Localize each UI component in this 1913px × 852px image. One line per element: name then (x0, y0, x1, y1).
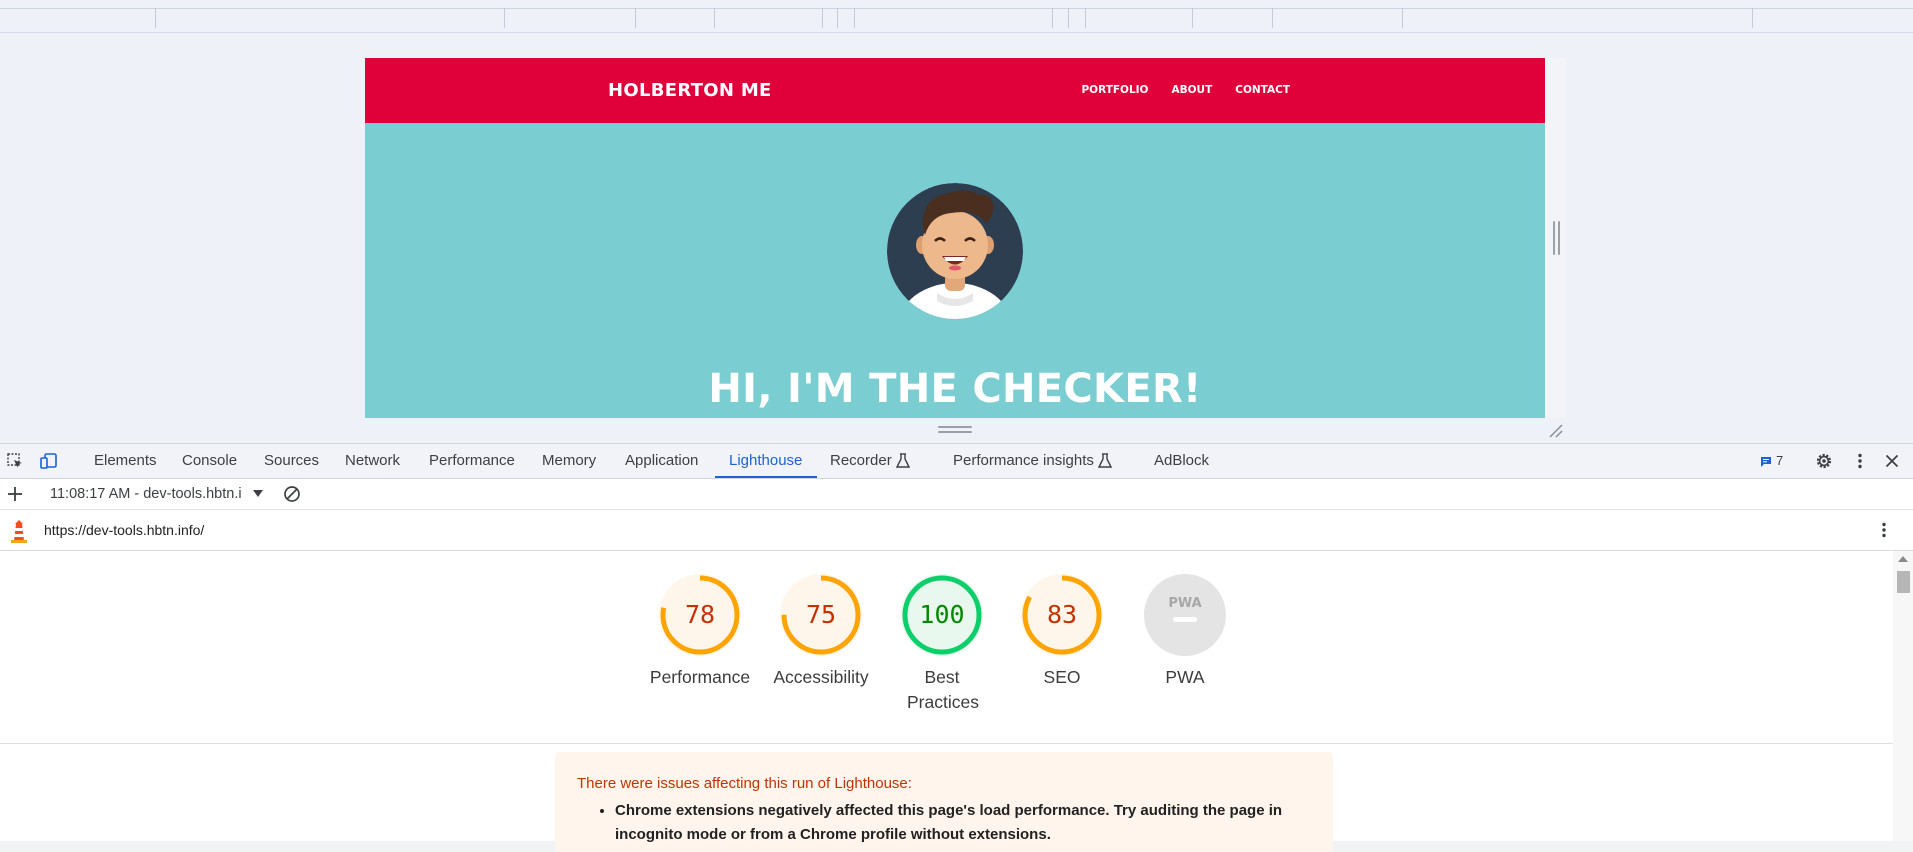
tab-memory[interactable]: Memory (542, 444, 596, 478)
ruler-tick[interactable] (1272, 8, 1273, 28)
tab-lighthouse[interactable]: Lighthouse (714, 444, 818, 478)
issues-message-icon[interactable] (1760, 456, 1772, 468)
report-menu-icon[interactable] (1875, 521, 1893, 539)
device-viewport-area: HOLBERTON ME PORTFOLIO ABOUT CONTACT HI,… (0, 33, 1913, 441)
warning-box: There were issues affecting this run of … (555, 752, 1333, 852)
score-gauge-performance[interactable]: 78 Performance (638, 573, 762, 690)
gauge-label: SEO (1043, 667, 1081, 687)
gauge-ring: 78 (659, 574, 741, 656)
experiment-flask-icon (896, 453, 910, 468)
tab-application[interactable]: Application (625, 444, 698, 478)
experiment-flask-icon (1098, 453, 1112, 468)
gauge-ring: 75 (780, 574, 862, 656)
score-gauge-accessibility[interactable]: 75 Accessibility (759, 573, 883, 690)
inspect-element-icon[interactable] (6, 452, 24, 470)
scrollbar-thumb[interactable] (1897, 571, 1910, 593)
corner-resize-icon[interactable] (1548, 423, 1564, 439)
pwa-badge-icon: PWA (1144, 574, 1226, 656)
lighthouse-toolbar: 11:08:17 AM - dev-tools.hbtn.i (0, 479, 1913, 510)
media-query-ruler (0, 0, 1913, 33)
ruler-tick[interactable] (635, 8, 636, 28)
tab-performance[interactable]: Performance (429, 444, 515, 478)
gauge-label: PWA (1165, 667, 1205, 687)
ruler-tick[interactable] (714, 8, 715, 28)
ruler-tick[interactable] (1085, 8, 1086, 28)
report-url-bar: https://dev-tools.hbtn.info/ (0, 510, 1913, 551)
ruler-tick[interactable] (1752, 8, 1753, 28)
height-resize-handle[interactable] (938, 426, 972, 434)
site-logo[interactable]: HOLBERTON ME (608, 80, 772, 101)
gauge-label: Performance (649, 667, 751, 687)
gauge-score: 75 (806, 600, 836, 629)
site-header: HOLBERTON ME PORTFOLIO ABOUT CONTACT (365, 58, 1545, 123)
warning-title: There were issues affecting this run of … (577, 775, 912, 792)
nav-link-contact[interactable]: CONTACT (1235, 84, 1290, 96)
ruler-tick[interactable] (837, 8, 838, 28)
gauge-score: 78 (685, 600, 715, 629)
report-select[interactable]: 11:08:17 AM - dev-tools.hbtn.i (50, 479, 263, 509)
gauge-label: Best Practices (907, 667, 979, 712)
nav-link-about[interactable]: ABOUT (1171, 84, 1212, 96)
report-select-value: 11:08:17 AM - dev-tools.hbtn.i (50, 486, 242, 502)
scroll-up-arrow-icon[interactable] (1898, 556, 1908, 562)
ruler-tick[interactable] (1068, 8, 1069, 28)
pwa-badge-text: PWA (1168, 596, 1201, 611)
tab-sources[interactable]: Sources (264, 444, 319, 478)
close-icon[interactable] (1883, 452, 1901, 470)
settings-gear-icon[interactable] (1815, 452, 1833, 470)
tab-elements[interactable]: Elements (94, 444, 157, 478)
gauge-score: 100 (919, 600, 964, 629)
tab-console[interactable]: Console (182, 444, 237, 478)
ruler-tick[interactable] (1052, 8, 1053, 28)
ruler-line (0, 8, 1913, 9)
nav-link-portfolio[interactable]: PORTFOLIO (1081, 84, 1148, 96)
gauge-ring: 83 (1021, 574, 1103, 656)
emulated-page: HOLBERTON ME PORTFOLIO ABOUT CONTACT HI,… (365, 58, 1545, 418)
gauge-label: Accessibility (773, 667, 869, 687)
device-toolbar-icon[interactable] (40, 452, 58, 470)
gauge-score: 83 (1047, 600, 1077, 629)
site-nav: PORTFOLIO ABOUT CONTACT (1081, 84, 1290, 96)
gauge-ring: 100 (901, 574, 983, 656)
ruler-tick[interactable] (854, 8, 855, 28)
more-options-icon[interactable] (1851, 452, 1869, 470)
score-gauge-pwa[interactable]: PWA PWA (1123, 573, 1247, 690)
clear-all-icon[interactable] (283, 485, 301, 503)
ruler-tick[interactable] (1402, 8, 1403, 28)
tab-performance-insights[interactable]: Performance insights (953, 444, 1094, 478)
warning-item: Chrome extensions negatively affected th… (615, 799, 1305, 847)
devtools-tab-bar: Elements Console Sources Network Perform… (0, 443, 1913, 479)
report-scrollbar[interactable] (1893, 551, 1913, 841)
report-divider (0, 743, 1893, 744)
score-gauge-seo[interactable]: 83 SEO (1000, 573, 1124, 690)
new-report-plus-icon[interactable] (6, 485, 24, 503)
dropdown-caret-icon (253, 490, 263, 497)
ruler-tick[interactable] (504, 8, 505, 28)
ruler-tick[interactable] (822, 8, 823, 28)
score-gauge-best-practices[interactable]: 100 Best Practices (880, 573, 1004, 715)
width-resize-handle[interactable] (1553, 221, 1561, 255)
ruler-tick[interactable] (1192, 8, 1193, 28)
warning-list: Chrome extensions negatively affected th… (597, 799, 1305, 847)
ruler-tick[interactable] (155, 8, 156, 28)
hero-title: HI, I'M THE CHECKER! (708, 366, 1202, 412)
tab-adblock[interactable]: AdBlock (1154, 444, 1209, 478)
lighthouse-logo-icon (11, 520, 27, 543)
report-url: https://dev-tools.hbtn.info/ (44, 522, 205, 538)
issues-count[interactable]: 7 (1776, 444, 1783, 478)
tab-recorder[interactable]: Recorder (830, 444, 892, 478)
tab-network[interactable]: Network (345, 444, 400, 478)
avatar (887, 183, 1023, 319)
